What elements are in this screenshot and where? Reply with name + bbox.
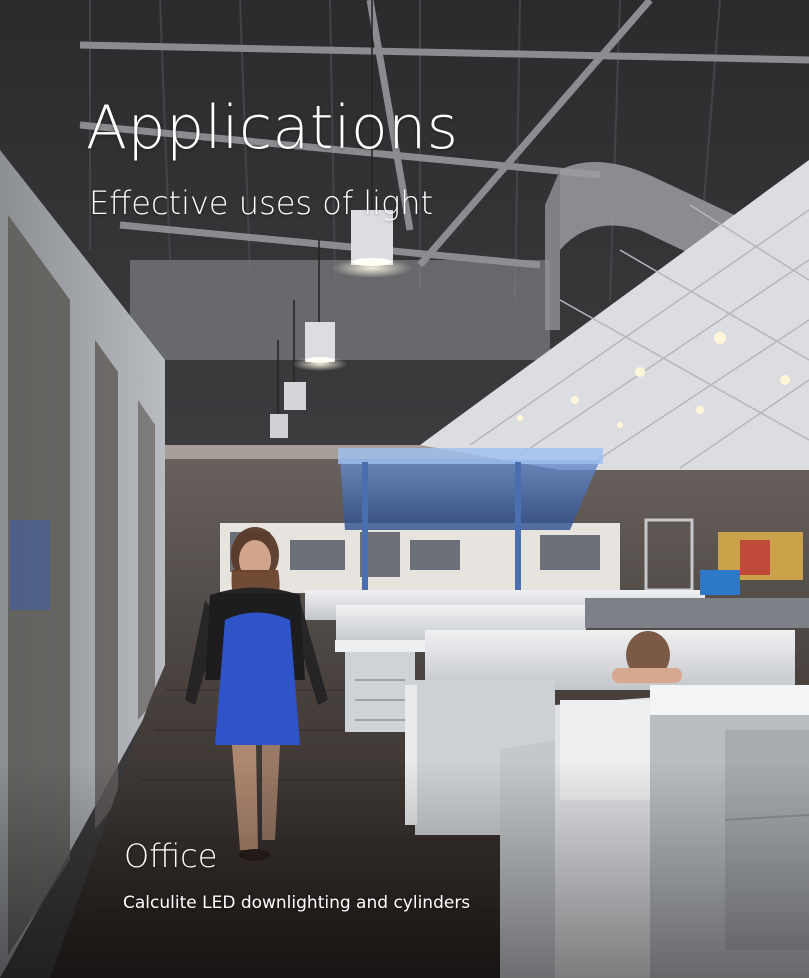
application-name: Office xyxy=(124,837,218,875)
application-description: Calculite LED downlighting and cylinders xyxy=(123,893,471,913)
page-subtitle: Effective uses of light xyxy=(89,184,434,222)
page-title: Applications xyxy=(86,93,459,163)
